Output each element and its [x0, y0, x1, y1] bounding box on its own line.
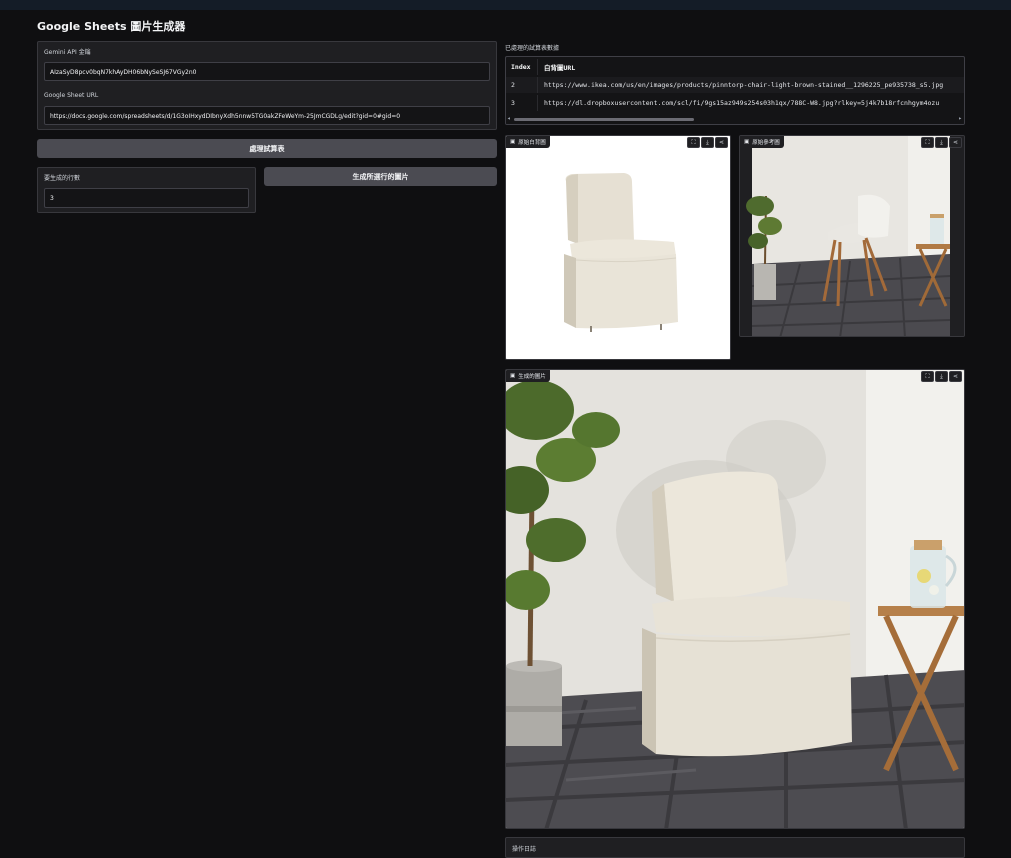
table-row: 3 https://dl.dropboxusercontent.com/scl/… — [506, 95, 964, 111]
original-reference-label: 原始參考圖 — [752, 140, 780, 146]
table-header: Index 白背圖URL — [506, 59, 964, 75]
download-icon[interactable]: ⤓ — [701, 137, 714, 148]
sheet-url-label: Google Sheet URL — [44, 92, 99, 99]
original-white-label: 原始白背圖 — [518, 140, 546, 146]
image-icon: ▣ — [744, 139, 750, 145]
page-title: Google Sheets 圖片生成器 — [37, 20, 186, 33]
download-icon[interactable]: ⤓ — [935, 137, 948, 148]
top-bar — [0, 0, 1011, 10]
fullscreen-icon[interactable]: ⛶ — [921, 371, 934, 382]
table-row: 2 https://www.ikea.com/us/en/images/prod… — [506, 77, 964, 93]
generated-scene-image — [506, 370, 964, 828]
share-icon[interactable]: ⋖ — [949, 137, 962, 148]
generated-image-label: 生成的圖片 — [518, 374, 546, 380]
original-reference-tag: ▣ 原始參考圖 — [740, 136, 784, 148]
api-key-label: Gemini API 金鑰 — [44, 49, 91, 56]
table-scrollbar[interactable]: ◂ ▸ — [506, 115, 964, 124]
share-icon[interactable]: ⋖ — [715, 137, 728, 148]
image-icon: ▣ — [510, 139, 516, 145]
settings-panel: Gemini API 金鑰 AIzaSyD8pcv0bqN7khAyDH06bN… — [37, 41, 497, 130]
header-index[interactable]: Index — [506, 59, 538, 75]
rows-input[interactable]: 3 — [44, 188, 249, 208]
image-toolbar: ⛶ ⤓ ⋖ — [921, 371, 962, 382]
scroll-left-icon[interactable]: ◂ — [507, 115, 511, 122]
row-url[interactable]: https://www.ikea.com/us/en/images/produc… — [538, 77, 964, 93]
reference-scene-image — [740, 136, 964, 336]
fullscreen-icon[interactable]: ⛶ — [687, 137, 700, 148]
scroll-right-icon[interactable]: ▸ — [958, 115, 962, 122]
row-index: 3 — [506, 95, 538, 111]
original-reference-panel: ▣ 原始參考圖 ⛶ ⤓ ⋖ — [739, 135, 965, 337]
row-url[interactable]: https://dl.dropboxusercontent.com/scl/fi… — [538, 95, 964, 111]
log-panel: 操作日誌 — [505, 837, 965, 858]
process-sheet-button[interactable]: 處理試算表 — [37, 139, 497, 158]
download-icon[interactable]: ⤓ — [935, 371, 948, 382]
image-toolbar: ⛶ ⤓ ⋖ — [687, 137, 728, 148]
original-white-tag: ▣ 原始白背圖 — [506, 136, 550, 148]
rows-panel: 要生成的行數 3 — [37, 167, 256, 213]
fullscreen-icon[interactable]: ⛶ — [921, 137, 934, 148]
api-key-input[interactable]: AIzaSyD8pcv0bqN7khAyDH06bNySeSJ67VGy2n0 — [44, 62, 490, 81]
generate-images-button[interactable]: 生成所選行的圖片 — [264, 167, 497, 186]
image-toolbar: ⛶ ⤓ ⋖ — [921, 137, 962, 148]
log-label: 操作日誌 — [512, 846, 537, 853]
rows-label: 要生成的行數 — [44, 175, 81, 182]
share-icon[interactable]: ⋖ — [949, 371, 962, 382]
sheet-url-input[interactable]: https://docs.google.com/spreadsheets/d/1… — [44, 106, 490, 125]
image-icon: ▣ — [510, 373, 516, 379]
scroll-thumb[interactable] — [514, 118, 694, 121]
header-url[interactable]: 白背圖URL — [538, 59, 964, 75]
table-section-label: 已處理的試算表數據 — [505, 45, 560, 52]
original-white-panel: ▣ 原始白背圖 ⛶ ⤓ ⋖ — [505, 135, 731, 360]
white-chair-image — [506, 136, 730, 359]
row-index: 2 — [506, 77, 538, 93]
generated-image-tag: ▣ 生成的圖片 — [506, 370, 550, 382]
generated-image-panel: ▣ 生成的圖片 ⛶ ⤓ ⋖ — [505, 369, 965, 829]
data-table: Index 白背圖URL 2 https://www.ikea.com/us/e… — [505, 56, 965, 125]
